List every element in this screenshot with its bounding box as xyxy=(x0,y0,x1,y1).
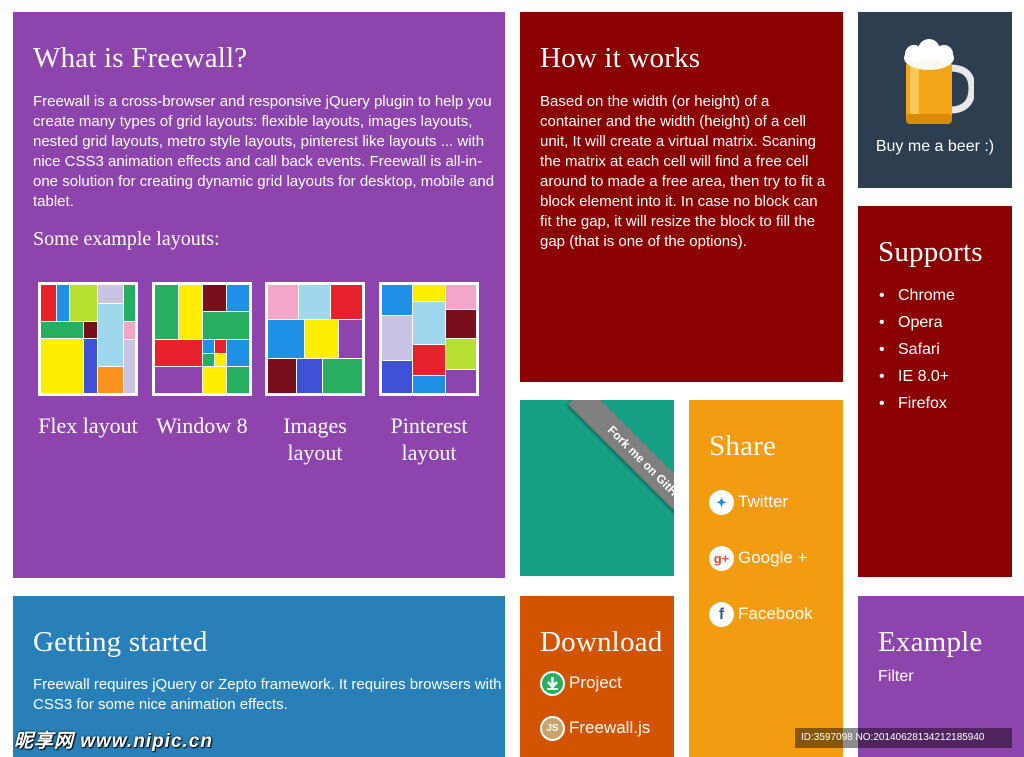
list-item: Firefox xyxy=(878,390,955,417)
js-icon: JS xyxy=(540,716,565,742)
what-is-freewall-tile: What is Freewall? Freewall is a cross-br… xyxy=(13,12,505,578)
list-item: IE 8.0+ xyxy=(878,363,955,390)
flex-layout-mosaic xyxy=(41,285,135,393)
flex-layout-label[interactable]: Flex layout xyxy=(28,412,148,439)
flex-layout-thumbnail[interactable] xyxy=(38,282,138,396)
how-it-works-title: How it works xyxy=(540,42,701,74)
share-google-plus-label: Google + xyxy=(738,548,808,567)
download-tile: Download Project JS Freewall.js xyxy=(520,596,674,757)
images-layout-mosaic xyxy=(268,285,362,393)
beer-mug-icon xyxy=(904,39,974,124)
images-layout-label[interactable]: Images layout xyxy=(255,412,375,466)
share-title: Share xyxy=(709,430,777,462)
pinterest-layout-thumbnail[interactable] xyxy=(379,282,479,396)
download-title: Download xyxy=(540,626,663,658)
supported-browsers-list: Chrome Opera Safari IE 8.0+ Firefox xyxy=(878,282,955,417)
supports-title: Supports xyxy=(878,236,983,268)
window-8-label[interactable]: Window 8 xyxy=(142,412,262,439)
buy-me-a-beer-tile[interactable]: Buy me a beer :) xyxy=(858,12,1012,188)
download-project-label: Project xyxy=(569,673,622,692)
facebook-icon: f xyxy=(709,602,734,628)
getting-started-description: Freewall requires jQuery or Zepto framew… xyxy=(33,676,502,713)
how-it-works-description: Based on the width (or height) of a cont… xyxy=(540,93,826,250)
download-freewall-js-link[interactable]: JS Freewall.js xyxy=(540,715,651,742)
list-item: Opera xyxy=(878,309,955,336)
twitter-icon: ✦ xyxy=(709,490,734,516)
window-8-thumbnail[interactable] xyxy=(152,282,252,396)
share-twitter-label: Twitter xyxy=(738,492,789,511)
example-title: Example xyxy=(878,626,983,658)
nipic-watermark: 昵享网 www.nipic.cn xyxy=(14,731,213,752)
share-tile: Share ✦ Twitter g+ Google + f Facebook xyxy=(689,400,843,757)
share-facebook-link[interactable]: f Facebook xyxy=(709,600,813,628)
download-project-link[interactable]: Project xyxy=(540,670,622,697)
window-8-mosaic xyxy=(155,285,249,393)
example-layouts-title: Some example layouts: xyxy=(33,228,220,250)
getting-started-title: Getting started xyxy=(33,626,208,658)
what-is-freewall-title: What is Freewall? xyxy=(33,42,248,74)
github-tile: Fork me on GitHub xyxy=(520,400,674,576)
fork-me-on-github-ribbon[interactable]: Fork me on GitHub xyxy=(568,400,674,546)
list-item: Safari xyxy=(878,336,955,363)
pinterest-layout-mosaic xyxy=(382,285,476,393)
share-twitter-link[interactable]: ✦ Twitter xyxy=(709,488,788,516)
how-it-works-tile: How it works Based on the width (or heig… xyxy=(520,12,843,382)
image-id-watermark: ID:3597098 NO:20140628134212185940 xyxy=(795,728,1012,748)
download-freewall-js-label: Freewall.js xyxy=(569,718,651,737)
share-facebook-label: Facebook xyxy=(738,604,813,623)
download-icon xyxy=(540,671,565,697)
list-item: Chrome xyxy=(878,282,955,309)
pinterest-layout-label[interactable]: Pinterest layout xyxy=(369,412,489,466)
share-google-plus-link[interactable]: g+ Google + xyxy=(709,544,807,572)
buy-me-a-beer-caption: Buy me a beer :) xyxy=(875,138,995,155)
example-filter-link[interactable]: Filter xyxy=(878,668,914,686)
what-is-freewall-intro: Freewall is a cross-browser and responsi… xyxy=(33,93,495,210)
google-plus-icon: g+ xyxy=(709,546,734,572)
supports-tile: Supports Chrome Opera Safari IE 8.0+ Fir… xyxy=(858,206,1012,577)
images-layout-thumbnail[interactable] xyxy=(265,282,365,396)
